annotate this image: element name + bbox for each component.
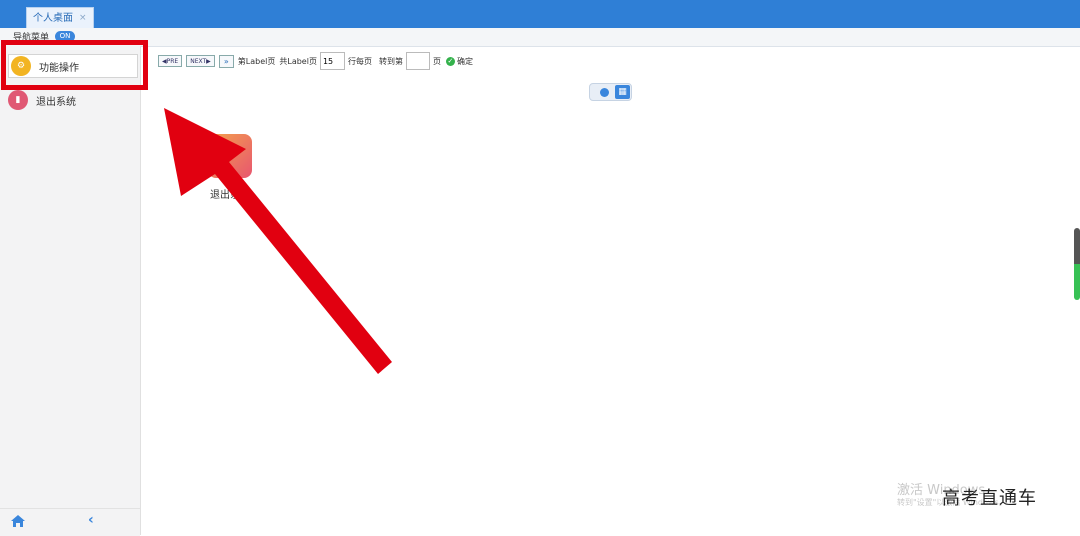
desktop-app-icon[interactable] xyxy=(208,134,252,178)
check-icon: ✓ xyxy=(445,56,455,66)
prev-page-button[interactable]: ◀ PRE xyxy=(158,55,183,67)
last-page-button[interactable]: » xyxy=(218,54,234,68)
total-info: 共Label页 xyxy=(279,56,317,66)
sub-bar xyxy=(0,28,1080,47)
chart-icon: ▮ xyxy=(8,90,28,110)
sidebar xyxy=(0,46,141,535)
side-scroll-indicator[interactable] xyxy=(1074,228,1080,300)
rows-per-page-input[interactable] xyxy=(319,52,345,70)
view-toggle[interactable]: ▦ xyxy=(589,83,632,101)
grid-view-icon[interactable]: ▦ xyxy=(615,85,630,99)
list-view-icon[interactable] xyxy=(600,88,609,97)
close-icon[interactable]: × xyxy=(79,8,87,29)
page-info: 第Label页 xyxy=(237,56,276,66)
goto-prefix: 转到第 xyxy=(378,56,403,66)
tab-personal-desktop[interactable]: 个人桌面 × xyxy=(26,7,94,29)
confirm-label: 确定 xyxy=(456,56,473,66)
home-icon[interactable] xyxy=(10,514,26,528)
brand-watermark: 高考直通车 xyxy=(942,488,1037,509)
desktop-app-label: 退出系统 xyxy=(210,190,250,201)
confirm-button[interactable]: ✓ 确定 xyxy=(445,56,473,67)
goto-page-input[interactable] xyxy=(405,52,430,70)
annotation-arrow xyxy=(164,108,392,374)
sidebar-item-logout[interactable]: ▮ 退出系统 xyxy=(8,89,76,111)
prev-label: PRE xyxy=(166,57,179,65)
rows-suffix: 行每页 xyxy=(347,56,372,66)
sidebar-item-label: 退出系统 xyxy=(36,96,76,108)
next-page-button[interactable]: NEXT ▶ xyxy=(186,55,215,67)
goto-suffix: 页 xyxy=(432,56,441,66)
pagination-bar: ◀PRE NEXT▶ » 第Label页 共Label页 行每页 转到第 页 ✓… xyxy=(158,52,473,70)
next-label: NEXT xyxy=(190,57,207,65)
top-bar xyxy=(0,0,1080,28)
highlight-box xyxy=(1,40,148,90)
chevron-left-icon[interactable]: ‹ xyxy=(88,513,100,527)
tab-label: 个人桌面 xyxy=(33,13,73,24)
